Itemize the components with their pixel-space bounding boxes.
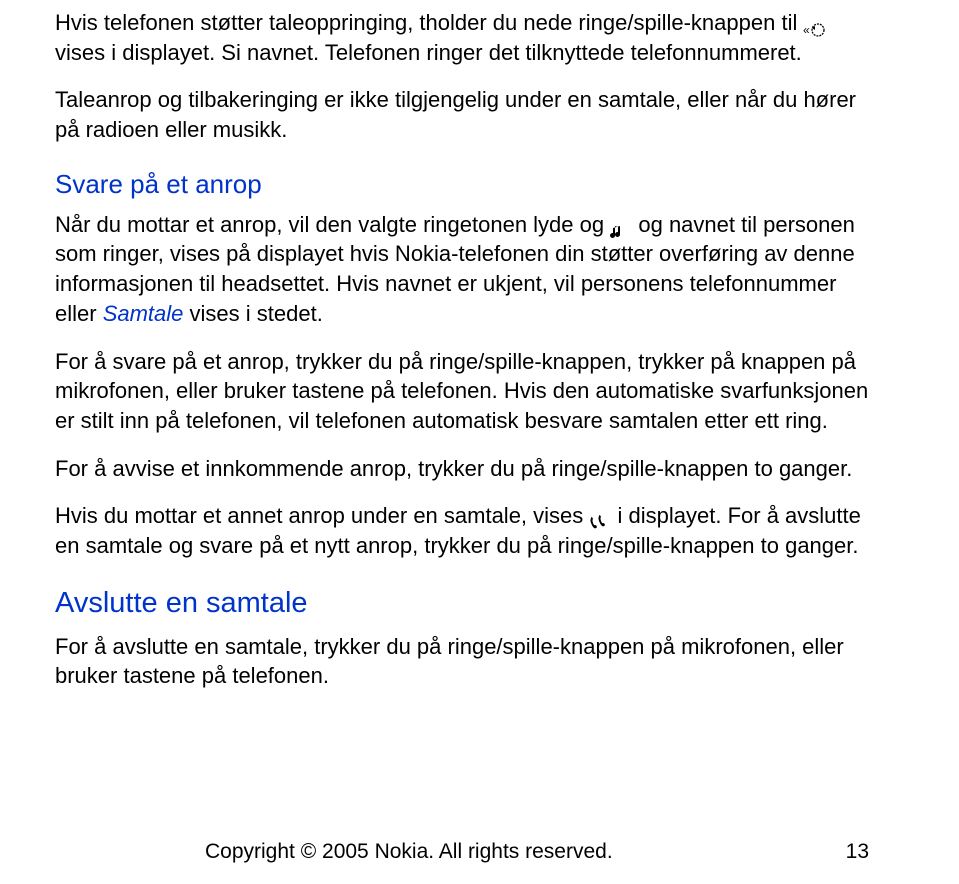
footer-copyright: Copyright © 2005 Nokia. All rights reser… — [205, 840, 613, 864]
paragraph-1: Hvis telefonen støtter taleoppringing, t… — [55, 8, 879, 67]
para1-part1: Hvis telefonen støtter taleoppringing, t… — [55, 10, 803, 35]
svg-text:«: « — [803, 23, 810, 37]
paragraph-5: For å avvise et innkommende anrop, trykk… — [55, 454, 879, 484]
para3-italic: Samtale — [103, 301, 184, 326]
footer: Copyright © 2005 Nokia. All rights reser… — [0, 840, 959, 864]
para1-part2: vises i displayet. Si navnet. Telefonen … — [55, 40, 802, 65]
redial-icon: « — [803, 16, 825, 32]
paragraph-4: For å svare på et anrop, trykker du på r… — [55, 347, 879, 436]
heading-answer-call: Svare på et anrop — [55, 169, 879, 200]
paragraph-7: For å avslutte en samtale, trykker du på… — [55, 632, 879, 691]
para6-part1: Hvis du mottar et annet anrop under en s… — [55, 503, 589, 528]
heading-end-call: Avslutte en samtale — [55, 587, 879, 620]
para3-part1: Når du mottar et anrop, vil den valgte r… — [55, 212, 610, 237]
footer-page-number: 13 — [846, 840, 869, 864]
double-handset-icon — [589, 509, 611, 525]
paragraph-2: Taleanrop og tilbakeringing er ikke tilg… — [55, 85, 879, 144]
music-note-icon — [610, 218, 632, 234]
para3-part3: vises i stedet. — [190, 301, 323, 326]
paragraph-6: Hvis du mottar et annet anrop under en s… — [55, 501, 879, 560]
paragraph-3: Når du mottar et anrop, vil den valgte r… — [55, 210, 879, 329]
